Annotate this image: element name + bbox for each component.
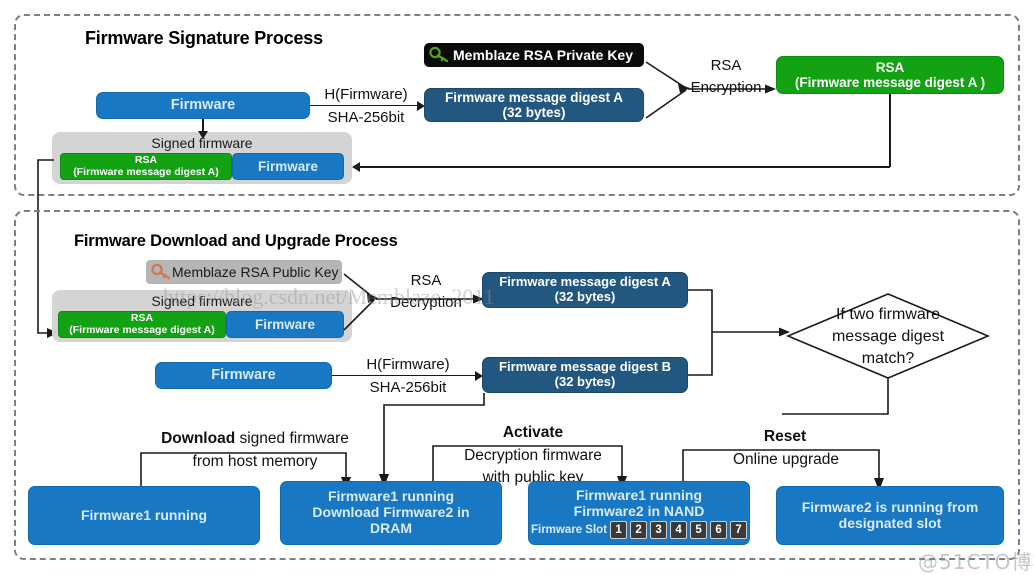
firmware-slot-1[interactable]: 1 xyxy=(610,521,628,540)
firmware-slot-7[interactable]: 7 xyxy=(730,521,748,540)
download-firmware-label: Firmware xyxy=(211,367,276,384)
state2-line2: Download Firmware2 in xyxy=(312,504,470,521)
state3-line2: Firmware2 in NAND xyxy=(573,502,705,519)
firmware-slot-2[interactable]: 2 xyxy=(630,521,648,540)
state3-line1: Firmware1 running xyxy=(575,487,703,503)
signed-rsa-top-line1: RSA xyxy=(134,153,158,166)
diagram-canvas: Firmware Signature Process Firmware H(Fi… xyxy=(0,0,1034,574)
signed-firmware-payload-bottom-label: Firmware xyxy=(254,316,316,332)
firmware-slot-5[interactable]: 5 xyxy=(690,521,708,540)
state-box-firmware1-running: Firmware1 running xyxy=(28,486,260,545)
rsa-to-signed-arrowhead xyxy=(352,162,360,172)
key-icon xyxy=(151,263,171,281)
hash-label-top-line1: H(Firmware) xyxy=(324,86,408,103)
state4-line1: Firmware2 is running from xyxy=(801,498,979,515)
signature-digest-a-line2: (32 bytes) xyxy=(502,105,566,120)
key-icon xyxy=(429,46,449,64)
firmware-slot-4[interactable]: 4 xyxy=(670,521,688,540)
download-digest-a-line1: Firmware message digest A xyxy=(499,274,671,290)
rsa-encryption-line2: Encryption xyxy=(690,79,762,96)
signed-firmware-payload-top: Firmware xyxy=(232,153,344,180)
reset-step-caption-bold: Reset xyxy=(763,428,807,445)
activate-step-caption-bold: Activate xyxy=(502,424,564,441)
private-key-box: Memblaze RSA Private Key xyxy=(424,43,644,67)
firmware-to-signed-arrowhead xyxy=(198,131,208,139)
rsa-encrypted-line2: (Firmware message digest A ) xyxy=(794,75,986,90)
rsa-decryption-line2: Decryption xyxy=(390,294,462,311)
state2-line1: Firmware1 running xyxy=(327,488,455,505)
private-key-label: Memblaze RSA Private Key xyxy=(453,47,633,63)
rsa-to-signed-vline xyxy=(889,94,891,167)
signature-process-title: Firmware Signature Process xyxy=(85,28,323,48)
decision-line3: match? xyxy=(861,350,915,367)
state-box-firmware2-in-nand: Firmware1 running Firmware2 in NAND Firm… xyxy=(528,481,750,545)
download-hash-arrow-line xyxy=(332,374,476,377)
rsa-to-signed-hline xyxy=(360,166,890,168)
download-digest-a-box: Firmware message digest A (32 bytes) xyxy=(482,272,688,308)
rsa-encrypted-line1: RSA xyxy=(875,59,905,75)
rsa-encryption-line1: RSA xyxy=(710,57,742,74)
signed-rsa-bottom-line2: (Firmware message digest A) xyxy=(69,323,215,336)
firmware-slot-row: Firmware Slot 1 2 3 4 5 6 7 xyxy=(530,521,748,540)
firmware-slot-label: Firmware Slot xyxy=(530,523,608,536)
hash-label-top-line2: SHA-256bit xyxy=(327,109,405,126)
download-step-caption-line1: Download signed firmware xyxy=(130,430,380,448)
signed-firmware-payload-top-label: Firmware xyxy=(257,158,319,174)
public-key-label: Memblaze RSA Public Key xyxy=(172,264,339,280)
rsa-encrypted-digest-box: RSA (Firmware message digest A ) xyxy=(776,56,1004,94)
signature-digest-a-line1: Firmware message digest A xyxy=(444,89,624,105)
signature-firmware-label: Firmware xyxy=(170,97,236,114)
download-digest-b-box: Firmware message digest B (32 bytes) xyxy=(482,357,688,393)
download-hash-label-line1: H(Firmware) xyxy=(366,356,450,373)
rsa-decryption-line1: RSA xyxy=(410,272,442,289)
public-key-box: Memblaze RSA Public Key xyxy=(146,260,342,284)
hash-arrow-line xyxy=(310,104,418,107)
decision-line1: If two firmware xyxy=(835,306,940,323)
firmware-slot-3[interactable]: 3 xyxy=(650,521,668,540)
download-step-caption-bold: Download xyxy=(161,430,236,447)
state4-line2: designated slot xyxy=(838,514,942,531)
signature-digest-a-box: Firmware message digest A (32 bytes) xyxy=(424,88,644,122)
signed-firmware-rsa-bottom: RSA (Firmware message digest A) xyxy=(58,311,226,338)
signature-firmware-box: Firmware xyxy=(96,92,310,119)
signed-firmware-payload-bottom: Firmware xyxy=(226,311,344,338)
state1-line1: Firmware1 running xyxy=(80,506,208,523)
download-digest-a-line2: (32 bytes) xyxy=(554,289,616,304)
download-digest-b-line1: Firmware message digest B xyxy=(499,359,671,375)
decision-line2: message digest xyxy=(831,328,945,345)
state-box-firmware2-designated-slot: Firmware2 is running from designated slo… xyxy=(776,486,1004,545)
signed-rsa-bottom-line1: RSA xyxy=(130,311,154,324)
state-box-download-firmware2: Firmware1 running Download Firmware2 in … xyxy=(280,481,502,545)
download-process-title: Firmware Download and Upgrade Process xyxy=(74,232,398,250)
download-firmware-box: Firmware xyxy=(155,362,332,389)
download-step-caption-rest: signed firmware xyxy=(235,430,349,447)
signed-rsa-top-line2: (Firmware message digest A) xyxy=(73,165,219,178)
firmware-slot-6[interactable]: 6 xyxy=(710,521,728,540)
signed-firmware-label-bottom: Signed firmware xyxy=(151,293,253,309)
state2-line3: DRAM xyxy=(370,519,412,536)
download-digest-b-line2: (32 bytes) xyxy=(554,374,616,389)
